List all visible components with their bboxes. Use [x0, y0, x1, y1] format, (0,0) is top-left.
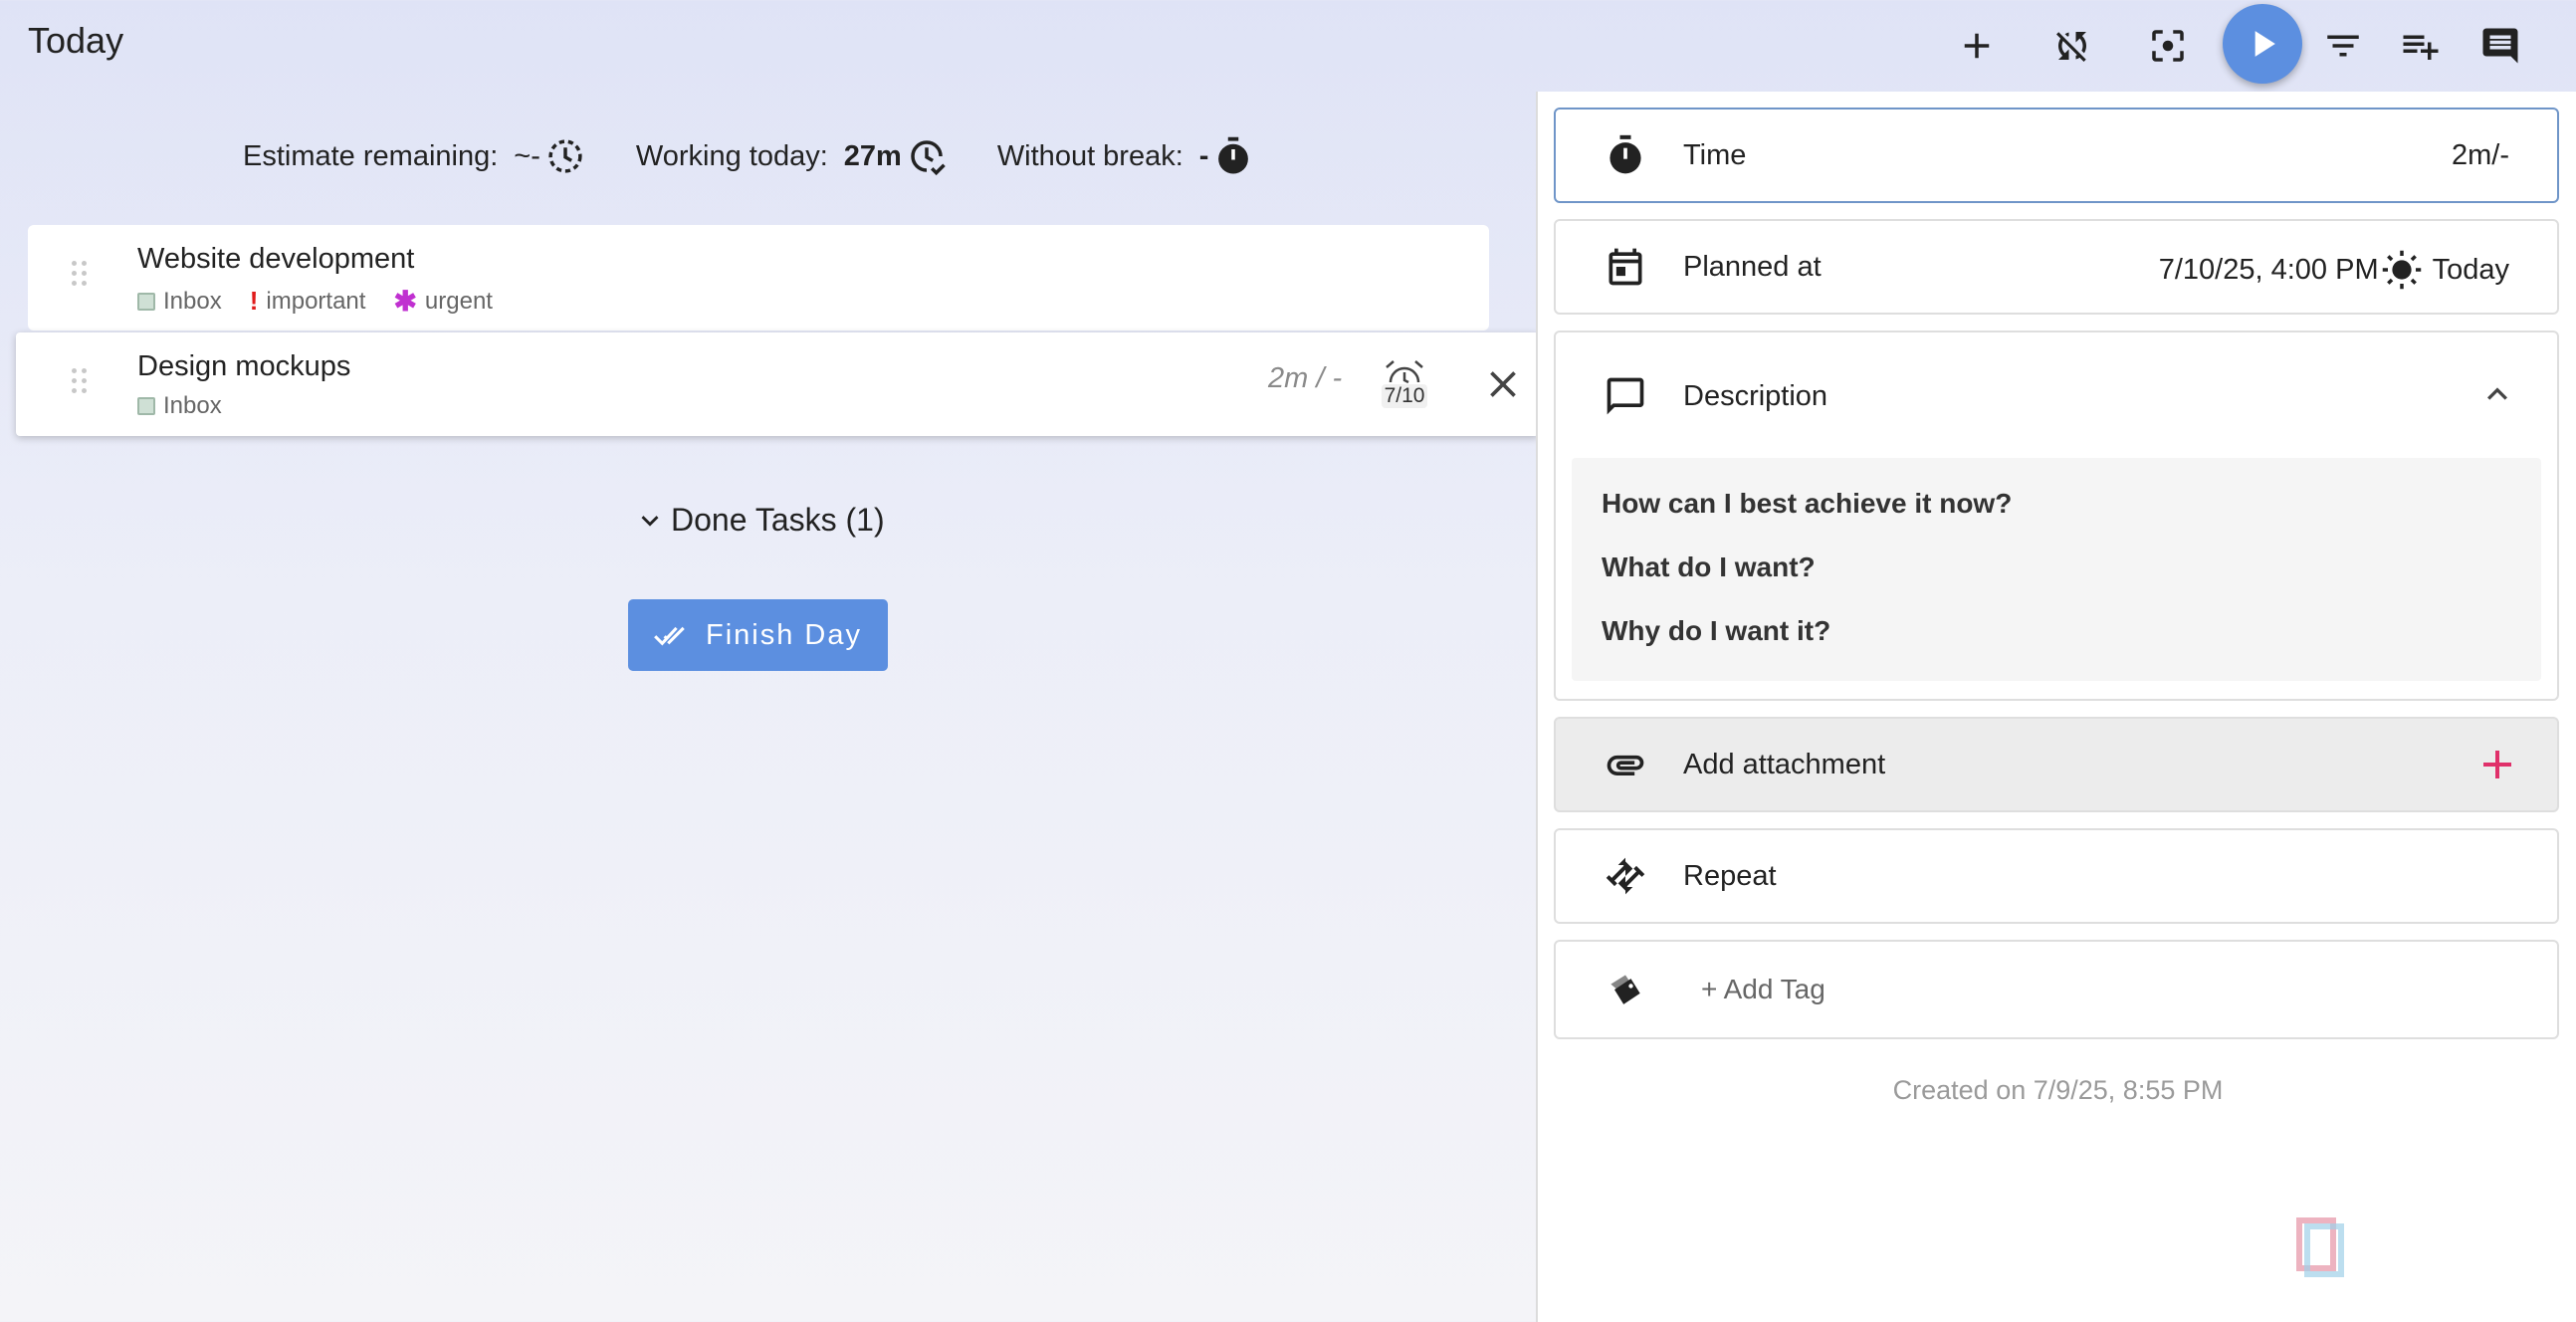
- filter-list-icon: [2327, 35, 2359, 57]
- task-title: Design mockups: [137, 350, 351, 382]
- time-label: Time: [1683, 139, 1747, 171]
- alarm-icon: [1386, 360, 1423, 384]
- comment-icon: [2482, 28, 2518, 64]
- description-label: Description: [1683, 380, 1828, 412]
- chevron-up-icon: [2487, 387, 2507, 400]
- without-break: Without break: -: [997, 135, 1255, 177]
- asterisk-icon: ✱: [393, 286, 417, 317]
- working-value: 27m: [843, 139, 902, 172]
- add-to-list-button[interactable]: [2385, 10, 2457, 82]
- playlist-add-icon: [2403, 35, 2439, 60]
- task-title: Website development: [137, 243, 415, 275]
- tag-label: urgent: [424, 287, 493, 315]
- description-section: Description How can I best achieve it no…: [1554, 330, 2559, 701]
- tag-label: important: [266, 287, 366, 315]
- created-timestamp: Created on 7/9/25, 8:55 PM: [1892, 1075, 2224, 1105]
- app-header: Today: [0, 0, 2576, 92]
- time-value: 2m/-: [2452, 139, 2509, 171]
- planned-day: Today: [2432, 253, 2509, 286]
- play-button[interactable]: [2223, 4, 2302, 84]
- inbox-icon: [137, 397, 155, 415]
- calendar-icon: [1604, 245, 1647, 289]
- tag-inbox[interactable]: Inbox: [137, 288, 222, 316]
- add-attachment-button[interactable]: [2473, 741, 2521, 788]
- reminder-button[interactable]: 7/10: [1374, 358, 1435, 414]
- working-today: Working today: 27m: [636, 135, 948, 177]
- plus-icon: [1964, 33, 1990, 59]
- add-tag-button[interactable]: + Add Tag: [1701, 974, 1825, 1005]
- close-icon: [1490, 371, 1516, 397]
- done-tasks-label: Done Tasks (1): [671, 502, 885, 538]
- collapse-description-button[interactable]: [2477, 374, 2517, 414]
- play-icon: [2254, 31, 2275, 57]
- description-line: Why do I want it?: [1602, 615, 1831, 646]
- page-title: Today: [28, 20, 124, 61]
- add-task-button[interactable]: [1941, 10, 2013, 82]
- sync-disabled-icon: [2056, 32, 2086, 62]
- planned-value: 7/10/25, 4:00 PM: [2158, 253, 2379, 286]
- attachment-label: Add attachment: [1683, 749, 1886, 780]
- notes-button[interactable]: [2465, 10, 2536, 82]
- repeat-row[interactable]: Repeat: [1554, 828, 2559, 924]
- tag-inbox[interactable]: Inbox: [137, 392, 222, 420]
- task-tags: Inbox: [137, 392, 250, 420]
- task-item-selected[interactable]: Design mockups Inbox 2m / - 7/10: [16, 332, 1539, 436]
- description-editor[interactable]: How can I best achieve it now? What do I…: [1572, 458, 2541, 681]
- work-stats: Estimate remaining: ~- Working today: 27…: [243, 131, 1304, 181]
- task-tags: Inbox ! important ✱ urgent: [137, 285, 521, 318]
- tag-urgent[interactable]: ✱ urgent: [393, 285, 493, 318]
- center-focus-icon: [2152, 30, 2184, 62]
- planned-at-row[interactable]: Planned at 7/10/25, 4:00 PM Today: [1554, 219, 2559, 315]
- tag-label: Inbox: [163, 287, 222, 315]
- close-task-button[interactable]: [1481, 362, 1525, 406]
- estimate-remaining: Estimate remaining: ~-: [243, 135, 586, 177]
- task-time-estimate[interactable]: 2m / -: [1268, 362, 1342, 395]
- plus-icon: [2483, 751, 2511, 778]
- time-row[interactable]: Time 2m/-: [1554, 108, 2559, 203]
- task-item[interactable]: Website development Inbox ! important ✱ …: [28, 225, 1489, 330]
- finish-day-button[interactable]: Finish Day: [628, 599, 888, 671]
- working-label: Working today:: [635, 139, 828, 172]
- add-attachment-row[interactable]: Add attachment: [1554, 717, 2559, 812]
- chevron-down-icon: [641, 515, 659, 527]
- done-tasks-toggle[interactable]: Done Tasks (1): [633, 502, 885, 539]
- comment-outline-icon: [1604, 374, 1647, 418]
- repeat-label: Repeat: [1683, 860, 1777, 892]
- inbox-icon: [137, 292, 155, 311]
- task-detail-panel: Time 2m/- Planned at 7/10/25, 4:00 PM To…: [1536, 92, 2576, 1322]
- tags-row: + Add Tag: [1554, 940, 2559, 1039]
- filter-button[interactable]: [2307, 10, 2379, 82]
- estimate-value: ~-: [514, 139, 540, 172]
- tags-icon: [1604, 970, 1647, 1013]
- tag-important[interactable]: ! important: [250, 286, 366, 317]
- description-line: How can I best achieve it now?: [1602, 488, 2013, 519]
- xda-watermark-logo: [2293, 1207, 2542, 1286]
- history-clock-icon: [548, 139, 582, 173]
- description-line: What do I want?: [1602, 551, 1816, 582]
- break-value: -: [1198, 139, 1209, 172]
- focus-mode-button[interactable]: [2132, 10, 2204, 82]
- break-label: Without break:: [996, 139, 1183, 172]
- tag-label: Inbox: [163, 392, 222, 419]
- timer-icon: [1218, 136, 1249, 174]
- exclamation-icon: !: [249, 286, 259, 316]
- sync-button[interactable]: [2037, 10, 2108, 82]
- double-check-icon: [654, 626, 685, 646]
- reminder-date: 7/10: [1381, 384, 1428, 408]
- paperclip-icon: [1604, 743, 1647, 786]
- finish-day-label: Finish Day: [706, 618, 862, 651]
- planned-value-group: 7/10/25, 4:00 PM Today: [2159, 249, 2509, 291]
- sun-icon: [2382, 250, 2421, 290]
- drag-handle-icon[interactable]: [72, 261, 90, 291]
- repeat-icon: [1604, 854, 1647, 898]
- drag-handle-icon[interactable]: [72, 368, 90, 398]
- timer-icon: [1604, 133, 1647, 177]
- clock-check-icon: [911, 140, 946, 176]
- planned-label: Planned at: [1683, 251, 1822, 283]
- estimate-label: Estimate remaining:: [243, 139, 499, 172]
